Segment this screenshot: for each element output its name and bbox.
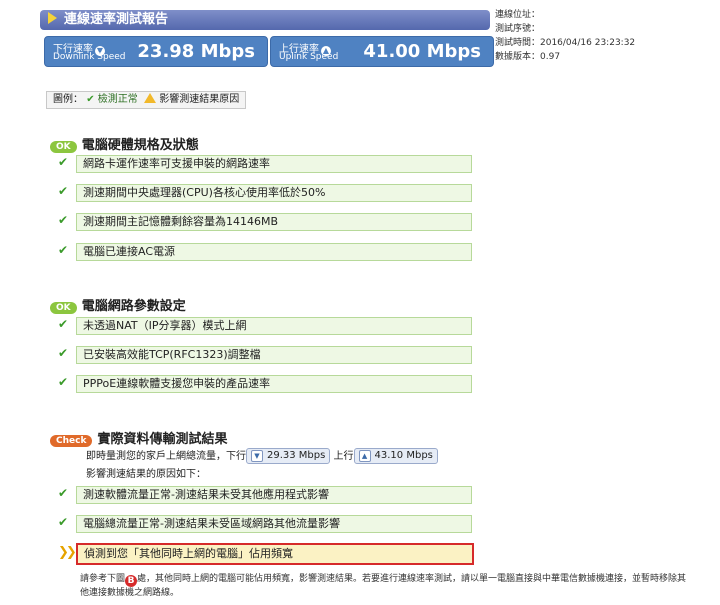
check-icon: ✔: [58, 243, 69, 257]
footnote: 請參考下圖 B 處，其他同時上網的電腦可能佔用頻寬，影響測速結果。若要進行連線速率測…: [80, 573, 690, 600]
legend: 圖例： ✔ 檢測正常 影響測速結果原因: [46, 91, 247, 109]
uplink-label-en: Uplink Speed: [279, 52, 339, 62]
check-icon: ✔: [58, 213, 69, 227]
check-icon: ✔: [58, 184, 69, 198]
measure-down-pill: ▼ 29.33 Mbps: [246, 448, 331, 464]
item-text: 電腦總流量正常-測速結果未受區域網路其他流量影響: [76, 515, 472, 533]
uplink-speed-card: 上行速率 ▲ Uplink Speed 41.00 Mbps: [270, 36, 494, 67]
item-text: 網路卡運作速率可支援申裝的網路速率: [76, 155, 472, 173]
check-icon: ✔: [58, 155, 69, 169]
reason-line: 影響測速結果的原因如下：: [86, 469, 206, 480]
item-text: PPPoE連線軟體支援您申裝的產品速率: [76, 375, 472, 393]
ok-badge: OK: [50, 141, 77, 153]
list-item: ✔ 測速期間主記憶體剩餘容量為14146MB: [58, 213, 474, 231]
check-icon: ✔: [58, 346, 69, 360]
warning-icon: [144, 93, 157, 103]
legend-ok: 檢測正常: [97, 94, 138, 105]
check-icon: ✔: [58, 375, 69, 389]
double-chevron-icon: ❯❯: [58, 545, 77, 560]
section-title: 電腦硬體規格及狀態: [81, 138, 199, 153]
section-hardware-header: OK 電腦硬體規格及狀態: [50, 134, 199, 153]
check-icon: ✔: [86, 94, 95, 105]
downlink-value: 23.98 Mbps: [137, 41, 255, 62]
section-title: 實際資料傳輸測試結果: [97, 432, 228, 447]
location-label: 連線位址：: [495, 10, 541, 20]
measure-mid: 上行: [333, 451, 354, 462]
measure-up-pill: ▲ 43.10 Mbps: [353, 448, 438, 464]
measure-up-value: 43.10 Mbps: [374, 450, 433, 461]
report-title-bar: 連線速率測試報告: [40, 10, 490, 30]
list-item: ✔ 測速軟體流量正常-測速結果未受其他應用程式影響: [58, 486, 474, 504]
legend-prefix: 圖例：: [53, 94, 83, 105]
report-title: 連線速率測試報告: [64, 12, 169, 27]
section-title: 電腦網路參數設定: [81, 299, 186, 314]
item-text: 電腦已連接AC電源: [76, 243, 472, 261]
measure-line: 即時量測您的家戶上網總流量，下行 ▼ 29.33 Mbps 上行 ▲ 43.10 Mbp…: [86, 447, 438, 464]
list-item: ✔ 測速期間中央處理器(CPU)各核心使用率低於50%: [58, 184, 474, 202]
alert-text: 偵測到您「其他同時上網的電腦」佔用頻寬: [76, 543, 474, 565]
test-time: 測試時間：2016/04/16 23:23:32: [495, 38, 636, 48]
test-info-panel: 連線位址： 測試序號： 測試時間：2016/04/16 23:23:32 數據版…: [495, 8, 705, 68]
note-part2: 處，其他同時上網的電腦可能佔用頻寬，影響測速結果。若要進行連線速率測試，請以單一…: [80, 574, 687, 598]
item-text: 測速期間中央處理器(CPU)各核心使用率低於50%: [76, 184, 472, 202]
data-version: 數據版本：0.97: [495, 52, 561, 62]
section-network-header: OK 電腦網路參數設定: [50, 295, 186, 314]
chevron-down-icon: ▼: [251, 450, 263, 462]
list-item: ✔ PPPoE連線軟體支援您申裝的產品速率: [58, 375, 474, 393]
check-icon: ✔: [58, 317, 69, 331]
list-item: ✔ 網路卡運作速率可支援申裝的網路速率: [58, 155, 474, 173]
alert-item: ❯❯ 偵測到您「其他同時上網的電腦」佔用頻寬: [58, 543, 474, 565]
check-icon: ✔: [58, 486, 69, 500]
item-text: 已安裝高效能TCP(RFC1323)調整檔: [76, 346, 472, 364]
check-icon: ✔: [58, 515, 69, 529]
ok-badge: OK: [50, 302, 77, 314]
downlink-label-en: Downlink Speed: [53, 52, 126, 62]
measure-prefix: 即時量測您的家戶上網總流量，下行: [86, 451, 246, 462]
measure-down-value: 29.33 Mbps: [267, 450, 326, 461]
list-item: ✔ 未透過NAT（IP分享器）模式上網: [58, 317, 474, 335]
serial-label: 測試序號：: [495, 24, 541, 34]
list-item: ✔ 已安裝高效能TCP(RFC1323)調整檔: [58, 346, 474, 364]
check-badge: Check: [50, 435, 93, 447]
list-item: ✔ 電腦已連接AC電源: [58, 243, 474, 261]
item-text: 測速軟體流量正常-測速結果未受其他應用程式影響: [76, 486, 472, 504]
item-text: 未透過NAT（IP分享器）模式上網: [76, 317, 472, 335]
list-item: ✔ 電腦總流量正常-測速結果未受區域網路其他流量影響: [58, 515, 474, 533]
marker-b-icon: B: [125, 575, 138, 587]
item-text: 測速期間主記憶體剩餘容量為14146MB: [76, 213, 472, 231]
downlink-speed-card: 下行速率 ▼ Downlink Speed 23.98 Mbps: [44, 36, 268, 67]
play-arrow-icon: [48, 12, 57, 24]
uplink-value: 41.00 Mbps: [363, 41, 481, 62]
section-transfer-header: Check 實際資料傳輸測試結果: [50, 428, 228, 447]
legend-warn: 影響測速結果原因: [159, 94, 240, 105]
note-part1: 請參考下圖: [80, 574, 126, 584]
chevron-up-icon: ▲: [358, 450, 371, 462]
